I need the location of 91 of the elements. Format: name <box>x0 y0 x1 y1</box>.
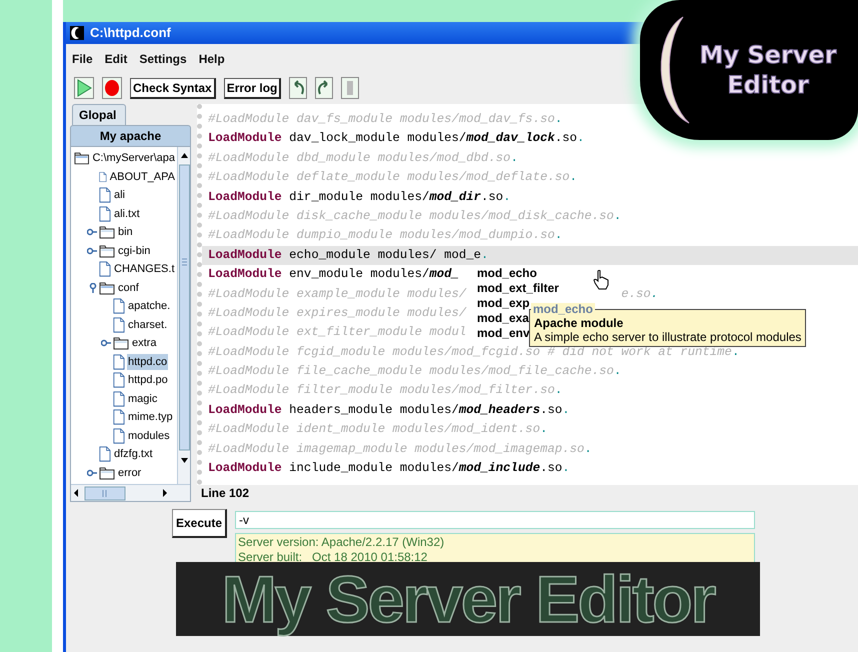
tree-item[interactable]: httpd.co <box>127 354 168 370</box>
tree-item[interactable]: C:\myServer\apa <box>91 150 176 166</box>
execute-button[interactable]: Execute <box>172 509 228 538</box>
output-line: Server version: Apache/2.2.17 (Win32) <box>238 535 446 550</box>
tree-item[interactable]: bin <box>117 224 134 240</box>
menu-item[interactable]: Settings <box>139 50 187 68</box>
menu-item[interactable]: File <box>72 50 93 68</box>
app-icon <box>70 26 84 40</box>
file-icon <box>99 206 111 222</box>
run-button[interactable] <box>74 77 94 99</box>
code-line: #LoadModule filter_module modules/mod_filter.so. <box>208 382 562 400</box>
code-line: LoadModule include_module modules/mod_include.so. <box>208 460 570 478</box>
suggestion-item[interactable]: mod_echo <box>474 266 563 281</box>
code-line: LoadModule env_module modules/mod_ <box>208 266 459 284</box>
open-folder-icon <box>99 280 115 296</box>
toolbar-button[interactable]: Check Syntax <box>130 78 216 98</box>
file-icon <box>113 298 125 314</box>
sidebar-tab[interactable]: My apache <box>70 125 191 146</box>
code-line: LoadModule dav_lock_module modules/mod_dav_lock.so. <box>208 130 584 148</box>
output-line: Server built: Oct 18 2010 01:58:12 <box>238 550 428 565</box>
file-icon <box>99 187 111 204</box>
tree-item[interactable]: modules <box>127 428 171 444</box>
menu-item[interactable]: Edit <box>104 50 128 68</box>
code-line: LoadModule headers_module modules/mod_headers.so. <box>208 402 570 419</box>
tooltip-description: A simple echo server to illustrate protocol modules <box>534 330 802 344</box>
code-line: #LoadModule dav_fs_module modules/mod_dav_fs.so. <box>208 111 562 128</box>
code-line: #LoadModule disk_cache_module modules/mod_disk_cache.so. <box>208 208 622 225</box>
folder-icon <box>99 464 115 481</box>
horizontal-scrollbar[interactable] <box>71 484 190 501</box>
code-line: LoadModule dir_module modules/mod_dir.so. <box>208 188 511 206</box>
tree-item[interactable]: error <box>117 464 142 481</box>
folder-icon <box>113 335 129 352</box>
tooltip-heading: Apache module <box>534 316 624 330</box>
tree-item[interactable]: dfzfg.txt <box>113 446 154 462</box>
tree-item[interactable]: magic <box>127 390 158 407</box>
line-number-status: Line 102 <box>200 485 250 502</box>
redo-button[interactable] <box>315 77 334 99</box>
expand-handle-icon[interactable] <box>87 468 97 478</box>
folder-icon <box>99 224 115 240</box>
sidebar-tab[interactable]: Glopal <box>72 104 126 125</box>
code-line: #LoadModule dumpio_module modules/mod_dumpio.so. <box>208 227 562 244</box>
tree-item[interactable]: ali <box>113 187 126 204</box>
title-banner: My Server Editor <box>176 562 760 636</box>
expand-handle-icon[interactable] <box>101 338 111 348</box>
tree-item[interactable]: ABOUT_APA <box>108 168 176 185</box>
tree-item[interactable]: cgi-bin <box>117 242 152 259</box>
tree-item[interactable]: mime.typ <box>127 409 174 426</box>
code-line: #LoadModule deflate_module modules/mod_deflate.so. <box>208 169 577 186</box>
code-editor[interactable] <box>197 104 858 485</box>
logo-text: My Server Editor <box>699 40 837 100</box>
tooltip-title: mod_echo <box>530 303 595 316</box>
expand-handle-icon[interactable] <box>87 282 97 293</box>
window-title: C:\httpd.conf <box>90 24 171 42</box>
toolbar-toggle[interactable] <box>341 77 360 99</box>
undo-button[interactable] <box>289 77 308 99</box>
code-line: #LoadModule file_cache_module modules/mod_file_cache.so. <box>208 363 622 380</box>
code-line: #LoadModule ident_module modules/mod_ident.so. <box>208 421 548 438</box>
file-icon <box>99 446 111 462</box>
file-icon <box>113 316 125 333</box>
toolbar-button[interactable]: Error log <box>224 78 282 98</box>
tree-item[interactable]: apatche. <box>127 298 172 314</box>
tree-item[interactable]: CHANGES.t <box>113 261 176 278</box>
expand-handle-icon[interactable] <box>87 246 97 256</box>
code-line: #LoadModule expires_module modules/ <box>208 304 466 322</box>
tree-item[interactable]: ali.txt <box>113 206 141 222</box>
file-icon <box>99 261 111 278</box>
code-line: LoadModule echo_module modules/ mod_e. <box>208 246 488 264</box>
code-line: #LoadModule fcgid_module modules/mod_fcgid.so # did not work at runtime. <box>208 344 740 361</box>
file-icon <box>113 372 125 388</box>
code-line: #LoadModule ext_filter_module modul <box>208 324 466 342</box>
play-icon <box>76 79 92 97</box>
file-icon <box>113 428 125 444</box>
menu-item[interactable]: Help <box>198 50 225 68</box>
code-line: #LoadModule imagemap_module modules/mod_imagemap.so. <box>208 440 592 458</box>
folder-icon <box>99 242 115 259</box>
code-line: e.so. <box>621 286 658 303</box>
command-field[interactable]: -v <box>235 511 756 529</box>
code-line: #LoadModule dbd_module modules/mod_dbd.so. <box>208 150 518 167</box>
stop-icon <box>104 79 120 97</box>
tree-item[interactable]: httpd.po <box>127 372 169 388</box>
hand-cursor-icon <box>593 270 610 290</box>
file-icon <box>113 354 125 370</box>
suggestion-item[interactable]: mod_ext_filter <box>474 281 563 296</box>
tree-item[interactable]: extra <box>131 335 158 352</box>
expand-handle-icon[interactable] <box>87 227 97 238</box>
stop-button[interactable] <box>102 77 122 99</box>
file-icon <box>113 390 125 407</box>
tree-item[interactable]: charset. <box>127 316 168 333</box>
code-line: #LoadModule example_module modules/ <box>208 286 466 303</box>
tree-item[interactable]: conf <box>117 280 140 296</box>
file-icon <box>113 409 125 426</box>
